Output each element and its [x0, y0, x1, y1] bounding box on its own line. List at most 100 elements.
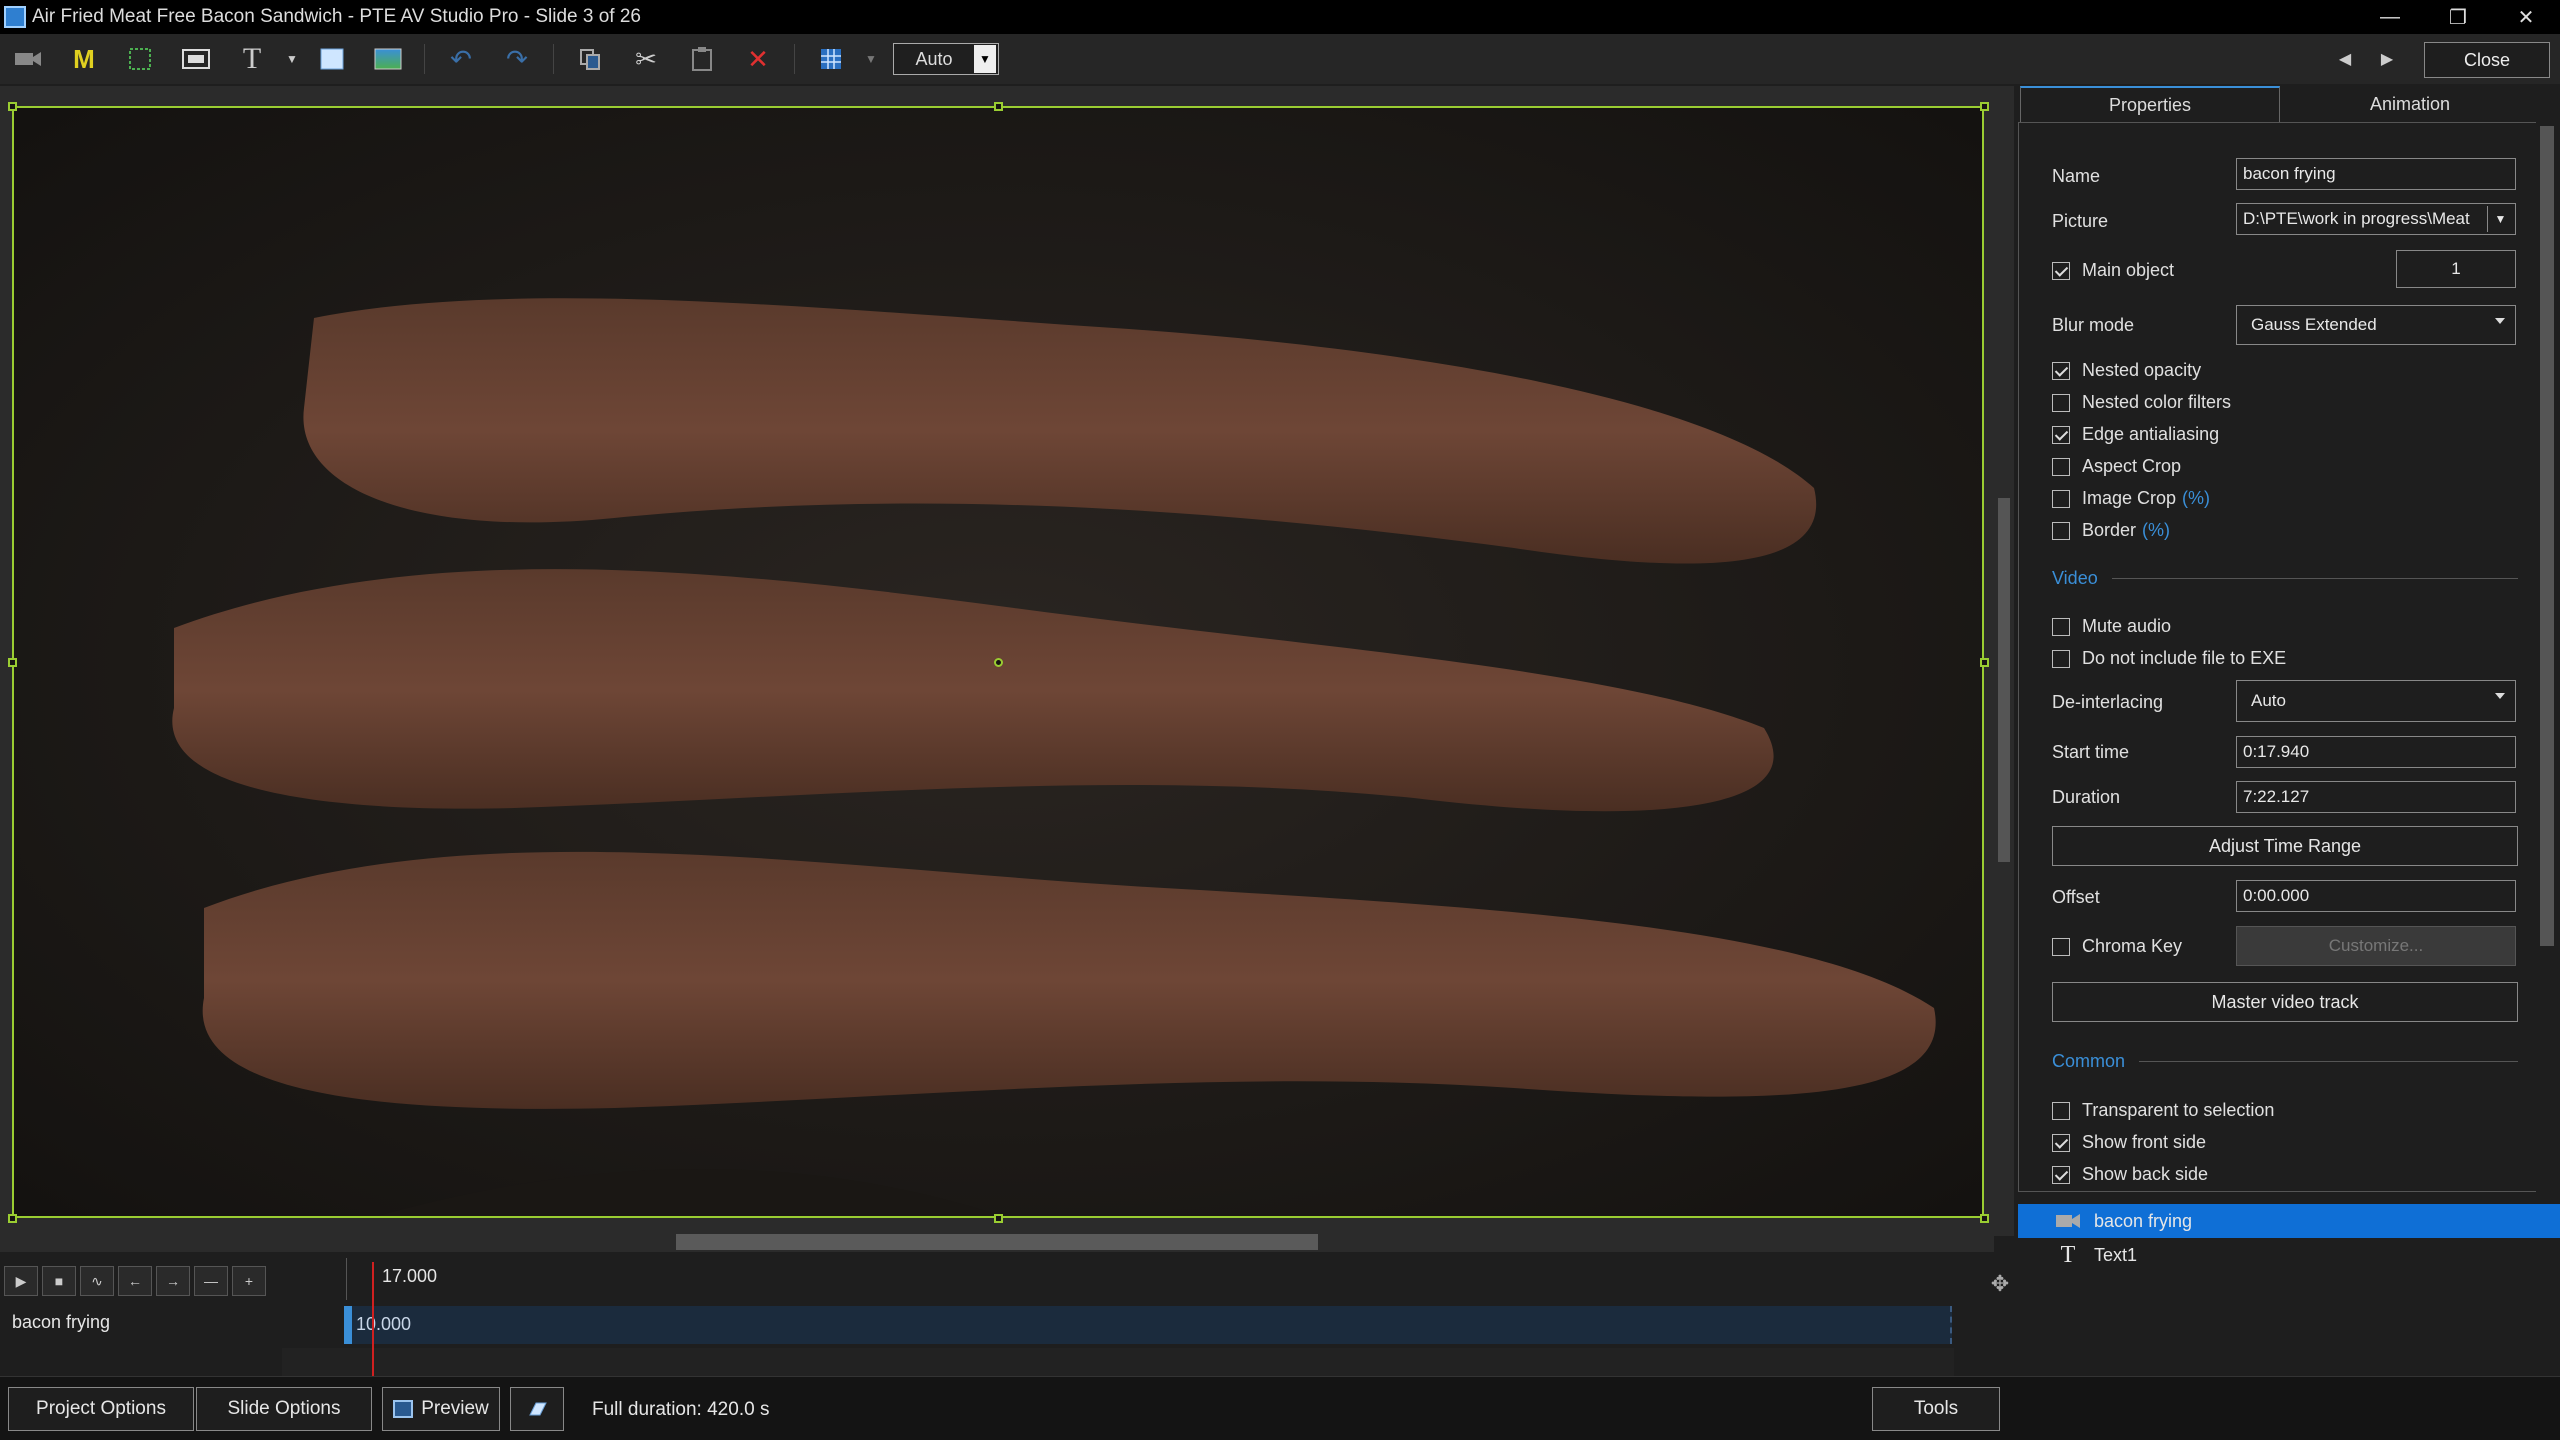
- keyframe-marker[interactable]: [344, 1306, 352, 1344]
- master-video-track-button[interactable]: Master video track: [2052, 982, 2518, 1022]
- eraser-icon[interactable]: [510, 1387, 564, 1431]
- canvas-horizontal-scrollbar[interactable]: [0, 1230, 1994, 1252]
- redo-icon[interactable]: ↷: [489, 36, 545, 82]
- tools-button[interactable]: Tools: [1872, 1387, 2000, 1431]
- border-checkbox[interactable]: Border (%): [2052, 520, 2170, 541]
- checkbox-box[interactable]: [2052, 489, 2070, 508]
- video-icon[interactable]: [0, 36, 56, 82]
- tab-animation[interactable]: Animation: [2280, 86, 2540, 122]
- text-icon[interactable]: T: [224, 36, 280, 82]
- resize-handle-b[interactable]: [994, 1214, 1003, 1223]
- nested-opacity-checkbox[interactable]: Nested opacity: [2052, 360, 2201, 381]
- transparent-to-selection-checkbox[interactable]: Transparent to selection: [2052, 1100, 2274, 1121]
- previous-slide-icon[interactable]: ◀: [2330, 44, 2360, 74]
- close-button[interactable]: Close: [2424, 42, 2550, 78]
- chroma-key-checkbox[interactable]: Chroma Key: [2052, 936, 2182, 957]
- customize-button[interactable]: Customize...: [2236, 926, 2516, 966]
- rectangle-icon[interactable]: [304, 36, 360, 82]
- zoom-out-icon[interactable]: —: [194, 1266, 228, 1296]
- checkbox-box[interactable]: [2052, 393, 2070, 412]
- resize-handle-tl[interactable]: [8, 102, 17, 111]
- checkbox-box[interactable]: [2052, 457, 2070, 476]
- play-icon[interactable]: ▶: [4, 1266, 38, 1296]
- checkbox-box[interactable]: [2052, 361, 2070, 380]
- duration-field[interactable]: 7:22.127: [2236, 781, 2516, 813]
- resize-handle-r[interactable]: [1980, 658, 1989, 667]
- timeline-track[interactable]: 10.000: [344, 1306, 1952, 1344]
- name-field[interactable]: bacon frying: [2236, 158, 2516, 190]
- object-item-bacon-frying[interactable]: bacon frying: [2018, 1204, 2560, 1238]
- exclude-from-exe-checkbox[interactable]: Do not include file to EXE: [2052, 648, 2286, 669]
- checkbox-box[interactable]: [2052, 425, 2070, 444]
- border-percent-link[interactable]: (%): [2142, 520, 2170, 541]
- checkbox-box[interactable]: [2052, 937, 2070, 956]
- minimize-button[interactable]: —: [2356, 0, 2424, 34]
- stop-icon[interactable]: ■: [42, 1266, 76, 1296]
- playhead[interactable]: [372, 1262, 374, 1376]
- checkbox-box[interactable]: [2052, 1133, 2070, 1152]
- deinterlacing-select[interactable]: Auto: [2236, 680, 2516, 722]
- main-object-checkbox[interactable]: Main object: [2052, 260, 2174, 281]
- checkbox-box[interactable]: [2052, 617, 2070, 636]
- start-time-field[interactable]: 0:17.940: [2236, 736, 2516, 768]
- slide-options-button[interactable]: Slide Options: [196, 1387, 372, 1431]
- frame-icon[interactable]: [112, 36, 168, 82]
- grid-dropdown-icon[interactable]: ▼: [859, 36, 883, 82]
- adjust-time-range-button[interactable]: Adjust Time Range: [2052, 826, 2518, 866]
- restore-button[interactable]: ❐: [2424, 0, 2492, 34]
- checkbox-box[interactable]: [2052, 521, 2070, 540]
- copy-icon[interactable]: [562, 36, 618, 82]
- zoom-in-icon[interactable]: +: [232, 1266, 266, 1296]
- image-crop-percent-link[interactable]: (%): [2182, 488, 2210, 509]
- scrollbar-thumb[interactable]: [1998, 498, 2010, 862]
- waveform-icon[interactable]: ∿: [80, 1266, 114, 1296]
- center-handle[interactable]: [994, 658, 1003, 667]
- image-crop-checkbox[interactable]: Image Crop (%): [2052, 488, 2210, 509]
- show-back-side-checkbox[interactable]: Show back side: [2052, 1164, 2208, 1185]
- edge-antialiasing-checkbox[interactable]: Edge antialiasing: [2052, 424, 2219, 445]
- arrow-right-icon[interactable]: →: [156, 1266, 190, 1296]
- blur-mode-select[interactable]: Gauss Extended: [2236, 305, 2516, 345]
- image-icon[interactable]: [168, 36, 224, 82]
- main-object-index[interactable]: 1: [2396, 250, 2516, 288]
- move-icon[interactable]: ✥: [1986, 1270, 2014, 1298]
- zoom-select[interactable]: Auto ▼: [893, 43, 999, 75]
- cut-icon[interactable]: ✂: [618, 36, 674, 82]
- chevron-down-icon[interactable]: ▼: [2487, 206, 2513, 232]
- checkbox-box[interactable]: [2052, 1165, 2070, 1184]
- resize-handle-tr[interactable]: [1980, 102, 1989, 111]
- checkbox-box[interactable]: [2052, 649, 2070, 668]
- mute-audio-checkbox[interactable]: Mute audio: [2052, 616, 2171, 637]
- show-front-side-checkbox[interactable]: Show front side: [2052, 1132, 2206, 1153]
- aspect-crop-checkbox[interactable]: Aspect Crop: [2052, 456, 2181, 477]
- tab-properties[interactable]: Properties: [2020, 86, 2280, 122]
- next-slide-icon[interactable]: ▶: [2372, 44, 2402, 74]
- offset-field[interactable]: 0:00.000: [2236, 880, 2516, 912]
- checkbox-box[interactable]: [2052, 1101, 2070, 1120]
- properties-scrollbar[interactable]: [2536, 122, 2558, 1192]
- paste-icon[interactable]: [674, 36, 730, 82]
- resize-handle-br[interactable]: [1980, 1214, 1989, 1223]
- delete-icon[interactable]: ✕: [730, 36, 786, 82]
- checkbox-box[interactable]: [2052, 261, 2070, 280]
- gradient-icon[interactable]: [360, 36, 416, 82]
- resize-handle-bl[interactable]: [8, 1214, 17, 1223]
- preview-button[interactable]: Preview: [382, 1387, 500, 1431]
- object-item-text1[interactable]: T Text1: [2018, 1238, 2560, 1272]
- text-dropdown-icon[interactable]: ▼: [280, 36, 304, 82]
- project-options-button[interactable]: Project Options: [8, 1387, 194, 1431]
- resize-handle-t[interactable]: [994, 102, 1003, 111]
- grid-icon[interactable]: [803, 36, 859, 82]
- arrow-left-icon[interactable]: ←: [118, 1266, 152, 1296]
- nested-color-filters-checkbox[interactable]: Nested color filters: [2052, 392, 2231, 413]
- mask-icon[interactable]: M: [56, 36, 112, 82]
- app-icon: [4, 6, 26, 28]
- scrollbar-thumb[interactable]: [2540, 126, 2554, 946]
- timeline-ruler[interactable]: [346, 1258, 1956, 1300]
- resize-handle-l[interactable]: [8, 658, 17, 667]
- window-close-button[interactable]: ✕: [2492, 0, 2560, 34]
- scrollbar-thumb[interactable]: [676, 1234, 1318, 1250]
- canvas-vertical-scrollbar[interactable]: [1994, 106, 2012, 1236]
- picture-field[interactable]: D:\PTE\work in progress\Meat ▼: [2236, 203, 2516, 235]
- undo-icon[interactable]: ↶: [433, 36, 489, 82]
